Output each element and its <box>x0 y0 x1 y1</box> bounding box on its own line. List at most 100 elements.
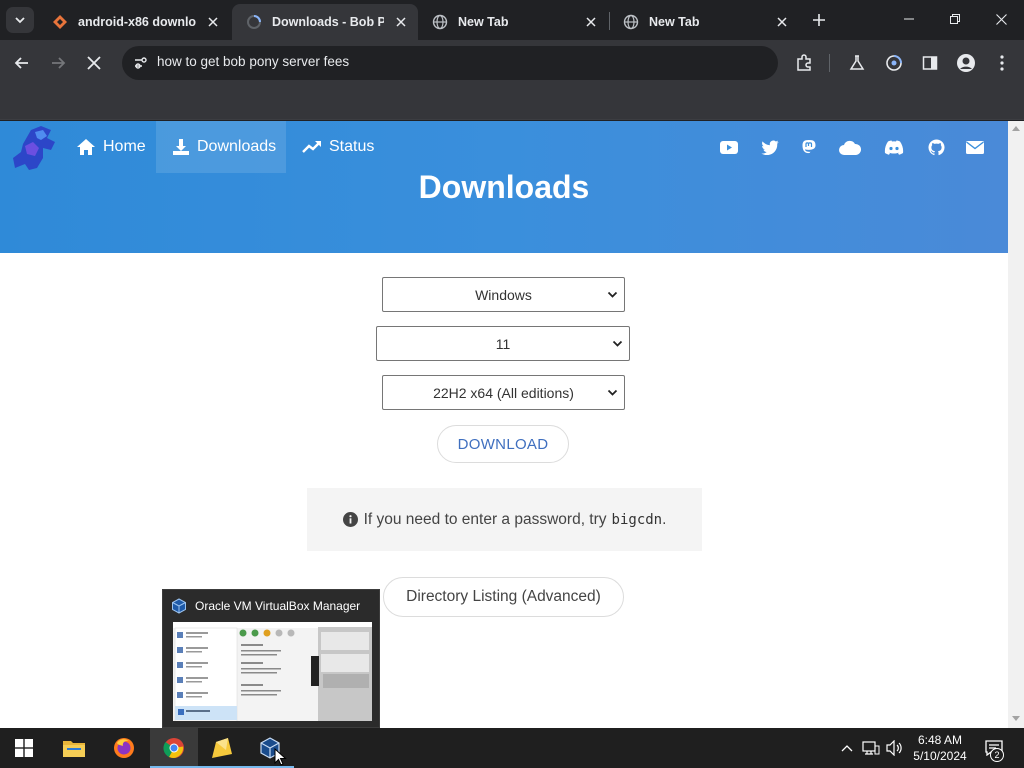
youtube-icon[interactable] <box>719 137 739 157</box>
restore-button[interactable] <box>932 4 978 34</box>
extensions-button[interactable] <box>790 49 818 77</box>
chrome-globe-icon <box>623 14 639 30</box>
network-ethernet-icon <box>862 741 880 755</box>
nav-home[interactable]: Home <box>64 121 156 173</box>
close-icon[interactable] <box>204 13 222 31</box>
close-icon <box>87 56 101 70</box>
tab-search-button[interactable] <box>6 7 34 33</box>
directory-listing-button[interactable]: Directory Listing (Advanced) <box>383 577 624 617</box>
mail-icon[interactable] <box>965 137 985 157</box>
flask-icon <box>849 55 865 70</box>
chevron-down-icon <box>15 17 25 24</box>
mastodon-icon[interactable] <box>799 137 819 157</box>
taskbar-file-explorer[interactable] <box>50 728 98 768</box>
kebab-menu-icon <box>1000 55 1004 71</box>
avatar-icon <box>957 54 975 72</box>
tab-new-tab-1[interactable]: New Tab <box>418 4 608 40</box>
scroll-up-arrow-icon[interactable] <box>1012 125 1020 131</box>
cloud-icon[interactable] <box>838 137 862 157</box>
page-scrollbar[interactable] <box>1008 121 1024 728</box>
taskbar-clock[interactable]: 6:48 AM 5/10/2024 <box>905 732 975 764</box>
side-panel-button[interactable] <box>916 49 944 77</box>
tab-android-x86[interactable]: android-x86 download <box>38 4 230 40</box>
stop-loading-button[interactable] <box>80 49 108 77</box>
site-navbar: Home Downloads Status <box>0 121 1008 173</box>
page-title: Downloads <box>418 169 590 205</box>
tray-overflow-button[interactable] <box>838 728 856 768</box>
tab-title: New Tab <box>458 15 509 29</box>
network-button[interactable] <box>860 728 882 768</box>
info-icon <box>342 512 358 527</box>
address-bar-text[interactable]: how to get bob pony server fees <box>157 54 349 69</box>
virtualbox-window-preview[interactable] <box>173 622 372 721</box>
close-icon[interactable] <box>582 13 600 31</box>
android-x86-icon <box>52 14 68 30</box>
translate-extension-button[interactable] <box>880 49 908 77</box>
virtualbox-icon <box>172 598 186 614</box>
windows-start-icon <box>15 739 33 757</box>
start-button[interactable] <box>0 728 48 768</box>
tab-title: Downloads - Bob Pony <box>272 15 384 29</box>
notification-count-badge: 2 <box>990 748 1004 762</box>
edition-select[interactable]: 22H2 x64 (All editions) <box>382 375 625 410</box>
minimize-button[interactable] <box>886 4 932 34</box>
os-select[interactable]: Windows <box>382 277 625 312</box>
nav-status-label: Status <box>329 138 375 155</box>
taskbar-chrome[interactable] <box>150 728 198 768</box>
address-bar[interactable]: how to get bob pony server fees <box>122 46 778 80</box>
github-icon[interactable] <box>926 137 946 157</box>
site-info-icon[interactable] <box>132 55 148 71</box>
close-icon[interactable] <box>773 13 791 31</box>
version-select-value: 11 <box>495 335 511 352</box>
tab-title: android-x86 download <box>78 15 196 29</box>
labs-button[interactable] <box>843 49 871 77</box>
notice-period: . <box>662 510 667 528</box>
mouse-cursor-icon <box>274 748 287 766</box>
back-button[interactable] <box>8 49 36 77</box>
nav-status[interactable]: Status <box>286 121 386 173</box>
menu-button[interactable] <box>988 49 1016 77</box>
firefox-icon <box>114 738 134 758</box>
chevron-down-icon <box>607 291 618 298</box>
scroll-down-arrow-icon[interactable] <box>1012 716 1020 722</box>
preview-title: Oracle VM VirtualBox Manager <box>195 599 361 613</box>
minimize-icon <box>904 18 914 20</box>
loading-spinner-icon <box>246 14 262 30</box>
trending-up-icon <box>302 141 321 153</box>
nav-downloads[interactable]: Downloads <box>156 121 286 173</box>
chevron-down-icon <box>607 389 618 396</box>
taskbar-virtualbox[interactable] <box>246 728 294 768</box>
close-window-button[interactable] <box>978 4 1024 34</box>
version-select[interactable]: 11 <box>376 326 630 361</box>
page-viewport: Home Downloads Status Downloads Windows … <box>0 121 1008 728</box>
arrow-right-icon <box>52 57 66 69</box>
download-icon <box>173 139 189 155</box>
virtualbox-taskbar-preview[interactable]: Oracle VM VirtualBox Manager <box>162 589 380 728</box>
plus-icon <box>813 14 825 26</box>
chrome-globe-icon <box>432 14 448 30</box>
download-button[interactable]: DOWNLOAD <box>437 425 569 463</box>
bob-pony-logo[interactable] <box>11 124 61 174</box>
edition-select-value: 22H2 x64 (All editions) <box>433 384 574 401</box>
windows-taskbar: 6:48 AM 5/10/2024 2 <box>0 728 1024 768</box>
chrome-icon <box>163 738 184 758</box>
taskbar-notes-app[interactable] <box>198 728 246 768</box>
profile-button[interactable] <box>952 49 980 77</box>
browser-tabstrip: android-x86 download Downloads - Bob Pon… <box>0 0 1024 40</box>
twitter-icon[interactable] <box>760 137 780 157</box>
os-select-value: Windows <box>475 286 532 303</box>
volume-button[interactable] <box>884 728 906 768</box>
new-tab-button[interactable] <box>808 8 830 32</box>
virtualbox-preview-image <box>173 622 372 721</box>
forward-button[interactable] <box>44 49 72 77</box>
hero-banner: Home Downloads Status Downloads <box>0 121 1008 253</box>
browser-toolbar: how to get bob pony server fees <box>0 40 1024 86</box>
chevron-up-icon <box>841 745 853 752</box>
discord-icon[interactable] <box>883 137 905 157</box>
nav-downloads-label: Downloads <box>197 138 277 155</box>
tab-new-tab-2[interactable]: New Tab <box>609 4 799 40</box>
close-icon[interactable] <box>392 13 410 31</box>
tab-downloads-bob-pony[interactable]: Downloads - Bob Pony <box>232 4 418 40</box>
taskbar-firefox[interactable] <box>100 728 148 768</box>
home-icon <box>77 139 95 155</box>
